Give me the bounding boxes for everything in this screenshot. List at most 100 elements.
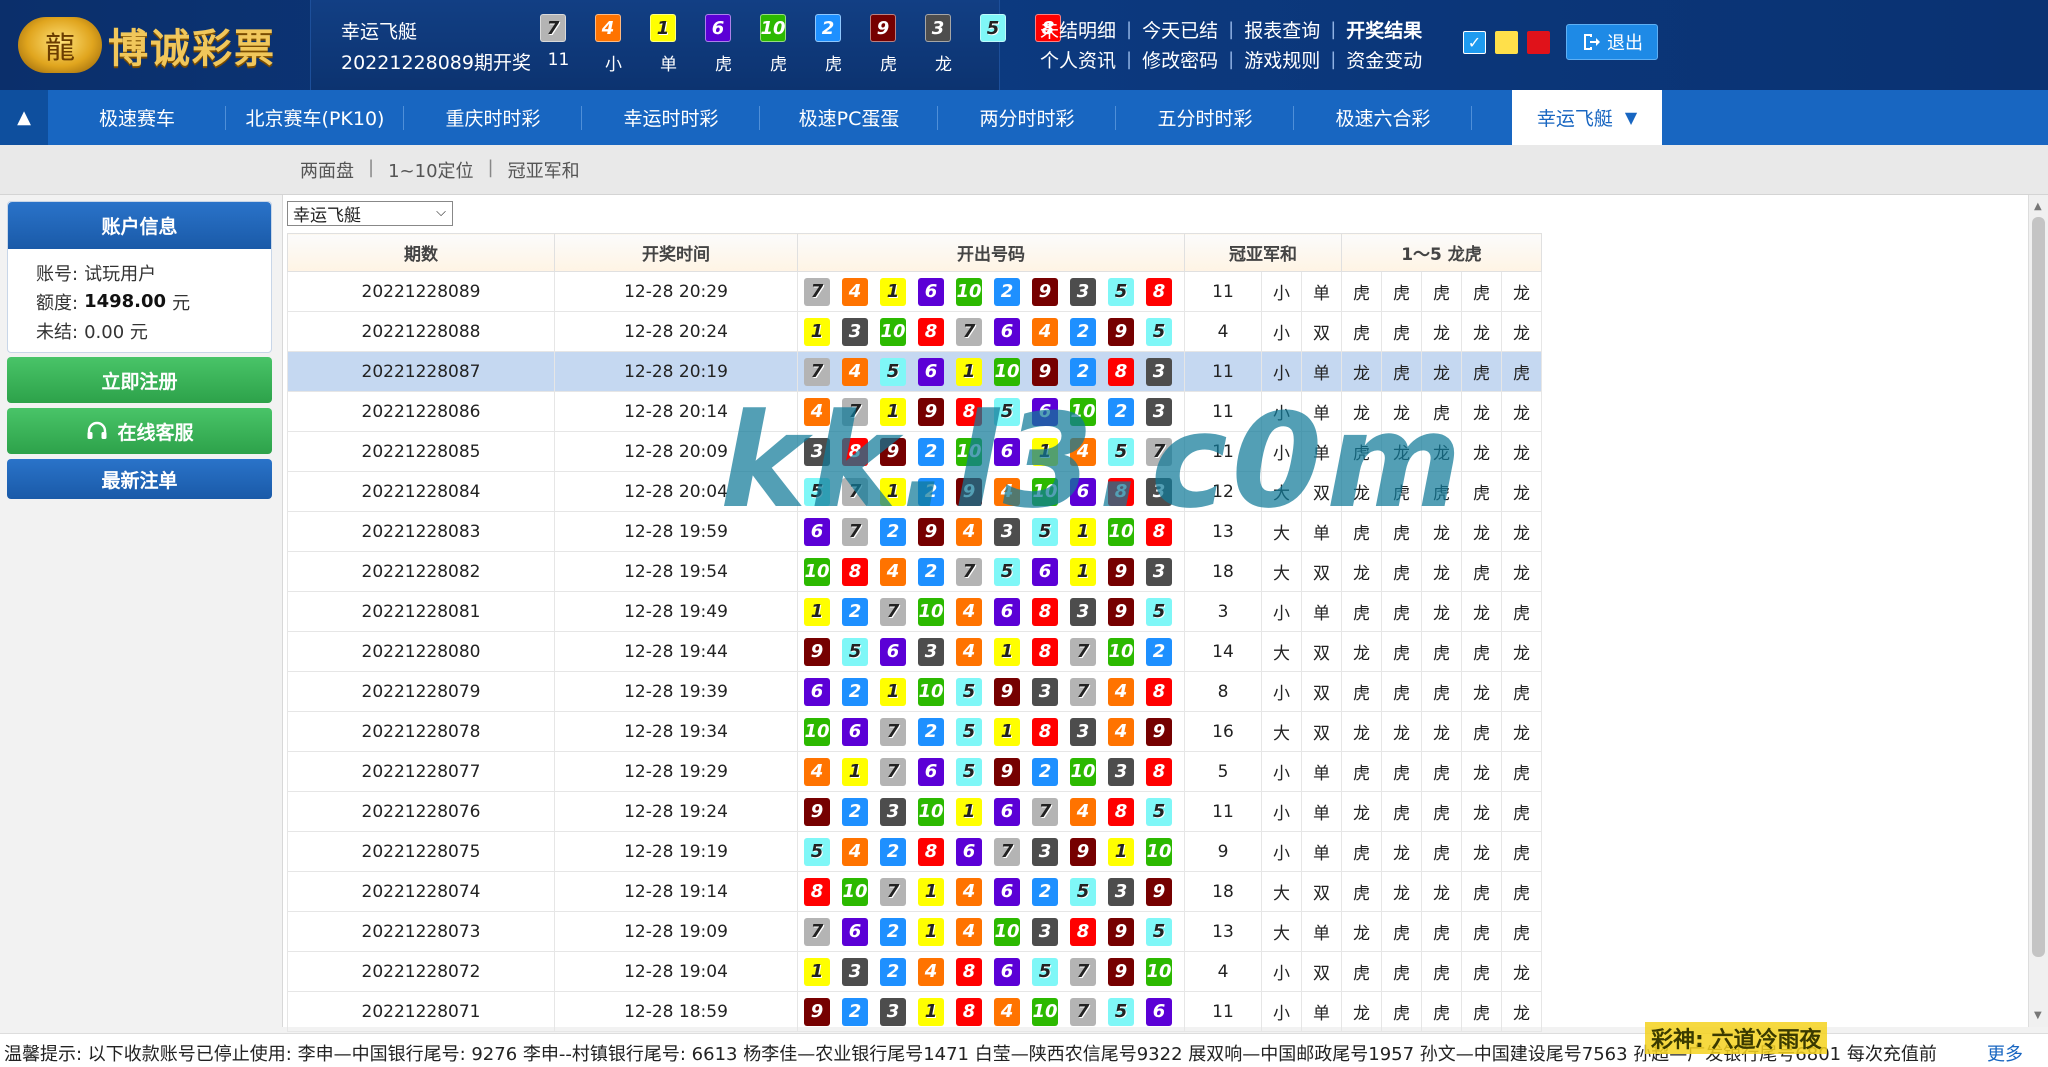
number-ball: 3 — [918, 637, 944, 666]
table-row[interactable]: 20221228085 12-28 20:09 3 8 9 2 10 6 1 4 5 7 11 小单虎龙龙… — [287, 431, 1542, 472]
sum-cell: 4 — [1184, 311, 1262, 352]
ball-group: 6 7 2 9 4 3 5 1 10 8 — [798, 517, 1184, 546]
header-link[interactable]: 个人资讯 — [1040, 46, 1116, 73]
theme-red-option[interactable] — [1527, 31, 1550, 54]
table-row[interactable]: 20221228083 12-28 19:59 6 7 2 9 4 3 5 1 10 8 13 大单虎虎龙… — [287, 511, 1542, 552]
number-ball: 3 — [1146, 477, 1172, 506]
table-row[interactable]: 20221228074 12-28 19:14 8 10 7 1 4 6 2 5 3 9 18 大双虎龙龙… — [287, 871, 1542, 912]
number-ball: 9 — [880, 437, 906, 466]
number-ball: 3 — [925, 14, 951, 42]
dragon-tiger-cell: 龙 — [1421, 711, 1462, 752]
register-button[interactable]: 立即注册 — [7, 357, 272, 403]
header-link[interactable]: 未结明细 — [1040, 16, 1116, 43]
table-row[interactable]: 20221228072 12-28 19:04 1 3 2 4 8 6 5 7 9 10 4 小双虎虎虎虎… — [287, 951, 1542, 992]
nav-item[interactable]: 两分时时彩 — [938, 90, 1116, 145]
dragon-tiger-cell: 虎 — [1501, 791, 1542, 832]
customer-service-button[interactable]: 在线客服 — [7, 408, 272, 454]
table-row[interactable]: 20221228076 12-28 19:24 9 2 3 10 1 6 7 4 8 5 11 小单龙虎虎… — [287, 791, 1542, 832]
scrollbar-thumb[interactable] — [2032, 217, 2045, 957]
sum-cell: 14 — [1184, 631, 1262, 672]
issue-cell: 20221228075 — [287, 831, 555, 872]
header-link[interactable]: 今天已结 — [1142, 16, 1218, 43]
table-header-row: 期数 开奖时间 开出号码 冠亚军和 1～5 龙虎 — [287, 233, 1542, 272]
nav-item[interactable]: 五分时时彩 — [1116, 90, 1294, 145]
subnav-separator: | — [487, 157, 494, 178]
dragon-tiger-cell: 虎 — [1421, 911, 1462, 952]
table-row[interactable]: 20221228075 12-28 19:19 5 4 2 8 6 7 3 9 1 10 9 小单虎龙虎龙… — [287, 831, 1542, 872]
theme-yellow-option[interactable] — [1495, 31, 1518, 54]
header-link[interactable]: 资金变动 — [1346, 46, 1422, 73]
header-link[interactable]: 游戏规则 — [1244, 46, 1320, 73]
nav-item[interactable]: 重庆时时彩 — [404, 90, 582, 145]
brand-name: 博诚彩票 — [108, 25, 276, 72]
table-row[interactable]: 20221228087 12-28 20:19 7 4 5 6 1 10 9 2 8 3 11 小单龙虎龙… — [287, 351, 1542, 392]
table-row[interactable]: 20221228073 12-28 19:09 7 6 2 1 4 10 3 8 9 5 13 大单龙虎虎… — [287, 911, 1542, 952]
caret-down-icon: ▼ — [1624, 108, 1638, 127]
sum-cell: 4 — [1184, 951, 1262, 992]
brand-logo[interactable]: 龍 博诚彩票 — [18, 14, 276, 76]
number-ball: 10 — [1070, 397, 1096, 426]
subnav-link[interactable]: 两面盘 — [300, 157, 354, 183]
dragon-tiger-cell: 龙 — [1461, 791, 1502, 832]
table-row[interactable]: 20221228089 12-28 20:29 7 4 1 6 10 2 9 3 5 8 11 小单虎虎虎… — [287, 271, 1542, 312]
number-ball: 2 — [918, 477, 944, 506]
scroll-up-icon[interactable]: ▲ — [2034, 201, 2042, 212]
table-row[interactable]: 20221228079 12-28 19:39 6 2 1 10 5 9 3 7 4 8 8 小双虎虎虎龙… — [287, 671, 1542, 712]
latest-bets-button[interactable]: 最新注单 — [7, 459, 272, 499]
table-row[interactable]: 20221228084 12-28 20:04 5 7 1 2 9 4 10 6 8 3 12 大双龙虎虎… — [287, 471, 1542, 512]
more-link[interactable]: 更多 — [1987, 1040, 2023, 1066]
nav-item[interactable]: 极速PC蛋蛋 — [760, 90, 938, 145]
time-cell: 12-28 20:04 — [554, 471, 798, 512]
table-row[interactable]: 20221228077 12-28 19:29 4 1 7 6 5 9 2 10 3 8 5 小单虎虎虎龙… — [287, 751, 1542, 792]
dragon-tiger-cell: 虎 — [1381, 471, 1422, 512]
number-ball: 10 — [994, 357, 1020, 386]
number-ball: 5 — [994, 557, 1020, 586]
table-row[interactable]: 20221228086 12-28 20:14 4 7 1 9 8 5 6 10 2 3 11 小单龙龙虎… — [287, 391, 1542, 432]
header-link[interactable]: 修改密码 — [1142, 46, 1218, 73]
pending-value: 0.00 元 — [84, 321, 148, 343]
nav-item[interactable]: 极速赛车 — [48, 90, 226, 145]
number-ball: 9 — [994, 757, 1020, 786]
subnav-link[interactable]: 冠亚军和 — [508, 157, 580, 183]
nav-item[interactable]: 极速六合彩 — [1294, 90, 1472, 145]
table-row[interactable]: 20221228078 12-28 19:34 10 6 7 2 5 1 8 3 4 9 16 大双龙龙龙… — [287, 711, 1542, 752]
table-row[interactable]: 20221228082 12-28 19:54 10 8 4 2 7 5 6 1 9 3 18 大双龙虎龙… — [287, 551, 1542, 592]
header-link[interactable]: 开奖结果 — [1346, 16, 1422, 43]
current-stat: 虎 — [715, 55, 732, 75]
table-row[interactable]: 20221228071 12-28 18:59 9 2 3 1 8 4 10 7 5 6 11 小单龙虎虎… — [287, 991, 1542, 1032]
number-ball: 2 — [842, 797, 868, 826]
number-ball: 1 — [804, 597, 830, 626]
parity-cell: 双 — [1301, 711, 1342, 752]
col-sum: 冠亚军和 — [1184, 233, 1342, 272]
size-cell: 大 — [1261, 911, 1302, 952]
header-link[interactable]: 报表查询 — [1244, 16, 1320, 43]
dragon-tiger-cell: 龙 — [1381, 871, 1422, 912]
theme-color-picker: ✓ — [1463, 31, 1559, 54]
table-row[interactable]: 20221228088 12-28 20:24 1 3 10 8 7 6 4 2 9 5 4 小双虎虎龙龙… — [287, 311, 1542, 352]
theme-blue-option[interactable]: ✓ — [1463, 31, 1486, 54]
dragon-tiger-cell: 虎 — [1421, 991, 1462, 1032]
ball-group: 10 6 7 2 5 1 8 3 4 9 — [798, 717, 1184, 746]
dragon-tiger-cell: 龙 — [1341, 351, 1382, 392]
nav-collapse-icon[interactable]: ▲ — [0, 90, 48, 145]
table-row[interactable]: 20221228080 12-28 19:44 9 5 6 3 4 1 8 7 10 2 14 大双龙虎虎… — [287, 631, 1542, 672]
table-row[interactable]: 20221228081 12-28 19:49 1 2 7 10 4 6 8 3 9 5 3 小单虎虎龙龙… — [287, 591, 1542, 632]
logout-button[interactable]: 退出 — [1566, 24, 1658, 60]
nav-item[interactable]: 北京赛车(PK10) — [226, 90, 404, 145]
size-cell: 小 — [1261, 831, 1302, 872]
scroll-down-icon[interactable]: ▼ — [2034, 1010, 2042, 1021]
nav-item-active[interactable]: 幸运飞艇 ▼ — [1512, 90, 1662, 145]
nav-item[interactable]: 幸运时时彩 — [582, 90, 760, 145]
number-ball: 2 — [918, 437, 944, 466]
number-ball: 3 — [1070, 717, 1096, 746]
ball-group: 5 4 2 8 6 7 3 9 1 10 — [798, 837, 1184, 866]
subnav-link[interactable]: 1~10定位 — [388, 157, 473, 183]
account-info-title: 账户信息 — [8, 202, 271, 249]
number-ball: 10 — [956, 437, 982, 466]
vertical-scrollbar[interactable]: ▲ ▼ — [2028, 195, 2048, 1027]
number-ball: 4 — [1108, 717, 1134, 746]
game-select[interactable]: 幸运飞艇 ⌵ — [287, 201, 453, 226]
number-ball: 7 — [1070, 677, 1096, 706]
number-ball: 6 — [994, 797, 1020, 826]
time-cell: 12-28 19:49 — [554, 591, 798, 632]
